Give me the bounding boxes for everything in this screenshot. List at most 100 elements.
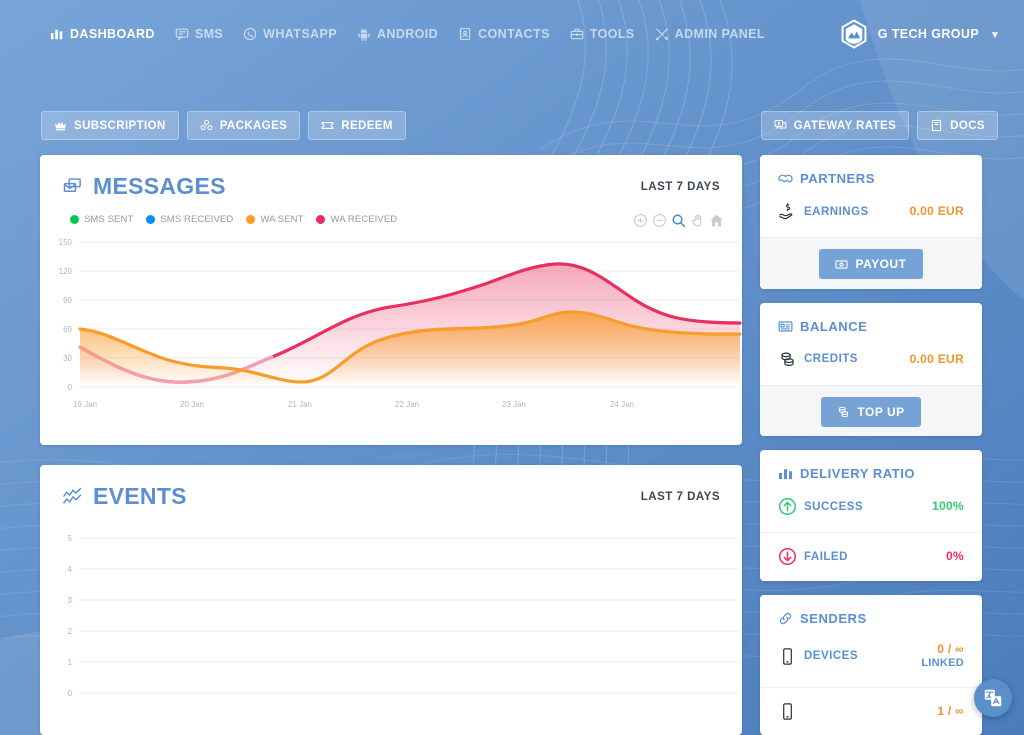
- partners-earnings-row: EARNINGS 0.00 EUR: [760, 198, 982, 237]
- panel-title-text: DELIVERY RATIO: [800, 466, 915, 481]
- senders-panel-title: SENDERS: [760, 595, 982, 638]
- pill-label: REDEEM: [341, 120, 393, 132]
- row-label: CREDITS: [804, 353, 858, 365]
- panning-icon[interactable]: [690, 213, 705, 228]
- panel-title-text: PARTNERS: [800, 171, 875, 186]
- row-value-number: 0 / ∞: [937, 642, 964, 656]
- x-tick-label: 19 Jan: [73, 400, 97, 409]
- senders-devices-row: DEVICES 0 / ∞ LINKED: [760, 638, 982, 687]
- nav-label: DASHBOARD: [70, 27, 155, 41]
- messages-card-header: MESSAGES LAST 7 DAYS: [40, 155, 742, 206]
- gateway-rates-button[interactable]: GATEWAY RATES: [761, 111, 910, 140]
- pill-label: GATEWAY RATES: [794, 120, 897, 132]
- legend-item-sms-sent[interactable]: SMS SENT: [70, 214, 133, 225]
- nav-item-sms[interactable]: SMS: [165, 21, 233, 47]
- row-label: DEVICES: [804, 650, 858, 662]
- pill-label: PACKAGES: [220, 120, 288, 132]
- partners-panel: PARTNERS EARNINGS 0.00 EUR PAYOUT: [760, 155, 982, 289]
- balance-panel: BALANCE CREDITS 0.00 EUR TOP UP: [760, 303, 982, 437]
- svg-text:0: 0: [68, 383, 73, 392]
- legend-item-wa-received[interactable]: WA RECEIVED: [316, 214, 397, 225]
- line-chart-icon: [62, 486, 83, 507]
- nav-label: WHATSAPP: [263, 27, 337, 41]
- delivery-ratio-panel-title: DELIVERY RATIO: [760, 450, 982, 493]
- top-up-button[interactable]: TOP UP: [821, 397, 920, 427]
- nav-label: ANDROID: [377, 27, 438, 41]
- payout-button[interactable]: PAYOUT: [819, 249, 922, 279]
- zoom-in-icon[interactable]: [633, 213, 648, 228]
- toolbox-icon: [570, 27, 584, 41]
- panel-title-text: SENDERS: [800, 611, 867, 626]
- chart-toolbar: [633, 213, 724, 228]
- legend-item-wa-sent[interactable]: WA SENT: [246, 214, 303, 225]
- row-value-sub: LINKED: [921, 657, 964, 671]
- nav-item-whatsapp[interactable]: WHATSAPP: [233, 21, 347, 47]
- delivery-ratio-panel: DELIVERY RATIO SUCCESS 100% FAILED 0%: [760, 450, 982, 581]
- mobile-icon: [778, 647, 804, 666]
- nav-label: TOOLS: [590, 27, 635, 41]
- nav-item-tools[interactable]: TOOLS: [560, 21, 645, 47]
- events-card: EVENTS LAST 7 DAYS 5 4: [40, 465, 742, 735]
- legend-swatch: [146, 215, 155, 224]
- account-name: G TECH GROUP: [878, 27, 979, 41]
- nav-item-contacts[interactable]: CONTACTS: [448, 21, 560, 47]
- comment-icon: [175, 27, 189, 41]
- events-title: EVENTS: [62, 483, 187, 510]
- y-tick-label: 1: [68, 658, 73, 667]
- legend-label: SMS SENT: [84, 214, 133, 225]
- link-icon: [778, 611, 793, 626]
- row-value: 1 / ∞: [937, 704, 964, 719]
- reset-home-icon[interactable]: [709, 213, 724, 228]
- packages-button[interactable]: PACKAGES: [187, 111, 301, 140]
- action-bar: SUBSCRIPTION PACKAGES REDEEM GATEWAY RAT…: [0, 111, 1024, 140]
- chart-bar-icon: [50, 27, 64, 41]
- translate-fab-button[interactable]: [974, 679, 1012, 717]
- balance-panel-footer: TOP UP: [760, 385, 982, 437]
- ticket-icon: [321, 119, 334, 132]
- svg-text:60: 60: [63, 325, 72, 334]
- selection-zoom-icon[interactable]: [671, 213, 686, 228]
- y-tick-label: 0: [68, 689, 73, 698]
- money-bill-icon: [835, 258, 848, 271]
- y-tick-label: 4: [68, 565, 73, 574]
- legend-label: WA RECEIVED: [330, 214, 397, 225]
- legend-swatch: [70, 215, 79, 224]
- y-tick-label: 2: [68, 627, 73, 636]
- nav-item-android[interactable]: ANDROID: [347, 21, 448, 47]
- main-content: MESSAGES LAST 7 DAYS SMS SENT SMS RECEIV…: [40, 155, 982, 735]
- coins-plus-icon: [837, 405, 850, 418]
- delivery-failed-row: FAILED 0%: [760, 532, 982, 581]
- tools-icon: [655, 27, 669, 41]
- docs-button[interactable]: DOCS: [917, 111, 998, 140]
- events-card-header: EVENTS LAST 7 DAYS: [40, 465, 742, 516]
- events-period: LAST 7 DAYS: [641, 491, 720, 503]
- row-label: FAILED: [804, 551, 848, 563]
- x-tick-label: 22 Jan: [395, 400, 419, 409]
- redeem-button[interactable]: REDEEM: [308, 111, 406, 140]
- translate-icon: [983, 688, 1003, 708]
- nav-item-dashboard[interactable]: DASHBOARD: [40, 21, 165, 47]
- android-icon: [357, 27, 371, 41]
- partners-panel-footer: PAYOUT: [760, 237, 982, 289]
- svg-text:120: 120: [59, 267, 73, 276]
- nav-item-admin-panel[interactable]: ADMIN PANEL: [645, 21, 775, 47]
- row-label: EARNINGS: [804, 206, 869, 218]
- pill-label: SUBSCRIPTION: [74, 120, 166, 132]
- mobile-icon: [778, 702, 804, 721]
- legend-item-sms-received[interactable]: SMS RECEIVED: [146, 214, 233, 225]
- events-title-text: EVENTS: [93, 483, 187, 510]
- zoom-out-icon[interactable]: [652, 213, 667, 228]
- delivery-success-row: SUCCESS 100%: [760, 493, 982, 532]
- chevron-down-icon[interactable]: ▾: [992, 28, 998, 41]
- subscription-button[interactable]: SUBSCRIPTION: [41, 111, 179, 140]
- row-value: 0 / ∞ LINKED: [921, 642, 964, 671]
- events-plot: 5 4 3 2 1 0: [40, 526, 742, 716]
- legend-label: SMS RECEIVED: [160, 214, 233, 225]
- account-menu[interactable]: G TECH GROUP ▾: [839, 19, 998, 49]
- arrow-up-circle-icon: [778, 497, 804, 516]
- messages-title: MESSAGES: [62, 173, 226, 200]
- hand-holding-dollar-icon: [778, 202, 804, 221]
- messages-chart-legend: SMS SENT SMS RECEIVED WA SENT WA RECEIVE…: [70, 214, 397, 225]
- balance-credits-row: CREDITS 0.00 EUR: [760, 346, 982, 385]
- svg-text:150: 150: [59, 238, 73, 247]
